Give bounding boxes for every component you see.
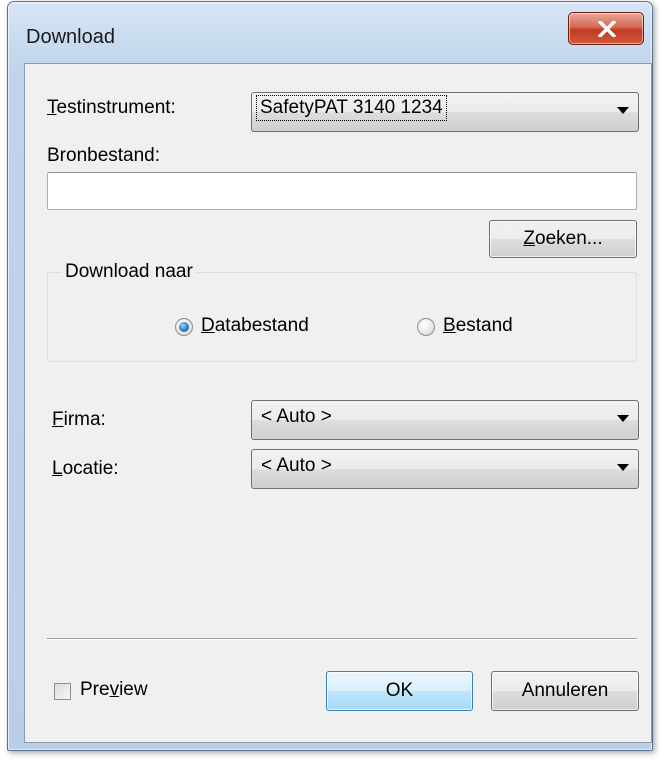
close-icon [598, 21, 616, 37]
company-label-accel: F [52, 409, 64, 430]
download-to-title: Download naar [61, 261, 197, 283]
radio-bestand-rest: estand [455, 315, 513, 336]
instrument-select-value: SafetyPAT 3140 1234 [256, 95, 447, 121]
search-button-rest: oeken... [535, 228, 603, 249]
close-button[interactable] [568, 12, 644, 45]
radio-databestand-label[interactable]: Databestand [201, 315, 309, 337]
source-file-label: Bronbestand: [47, 145, 161, 166]
footer-separator [47, 638, 637, 640]
radio-databestand-rest: atabestand [214, 315, 309, 336]
dialog-title: Download [26, 26, 115, 48]
chevron-down-icon [617, 464, 629, 471]
ok-button[interactable]: OK [326, 671, 473, 711]
download-dialog: Download Testinstrument: SafetyPAT 3140 … [7, 1, 653, 751]
radio-bestand-accel: B [443, 315, 456, 336]
search-button[interactable]: Zoeken... [489, 220, 637, 258]
company-select[interactable]: < Auto > [251, 400, 639, 440]
instrument-select[interactable]: SafetyPAT 3140 1234 [251, 92, 639, 132]
location-label: Locatie: [52, 458, 119, 480]
chevron-down-icon [617, 415, 629, 422]
radio-databestand-accel: D [201, 315, 215, 336]
company-label: Firma: [52, 409, 106, 431]
instrument-label: Testinstrument: [47, 97, 176, 119]
company-select-value: < Auto > [261, 406, 332, 427]
download-to-group [47, 272, 637, 362]
radio-databestand[interactable] [175, 318, 193, 336]
dialog-client-area: Testinstrument: SafetyPAT 3140 1234 Bron… [24, 63, 652, 743]
cancel-button[interactable]: Annuleren [491, 671, 639, 711]
preview-label-a: Pre [80, 679, 110, 700]
search-button-accel: Z [523, 228, 535, 249]
chevron-down-icon [617, 107, 629, 114]
instrument-label-rest: estinstrument: [56, 97, 176, 118]
location-label-rest: ocatie: [62, 458, 119, 479]
radio-bestand[interactable] [417, 318, 435, 336]
preview-label[interactable]: Preview [80, 679, 148, 701]
location-select-value: < Auto > [261, 455, 332, 476]
location-label-accel: L [52, 458, 63, 479]
instrument-label-accel: T [47, 97, 57, 118]
company-label-rest: irma: [63, 409, 106, 430]
preview-checkbox[interactable] [54, 683, 71, 700]
source-file-input[interactable] [47, 172, 637, 210]
preview-label-b: iew [119, 679, 148, 700]
radio-bestand-label[interactable]: Bestand [443, 315, 513, 337]
location-select[interactable]: < Auto > [251, 449, 639, 489]
preview-label-accel: v [109, 679, 120, 700]
